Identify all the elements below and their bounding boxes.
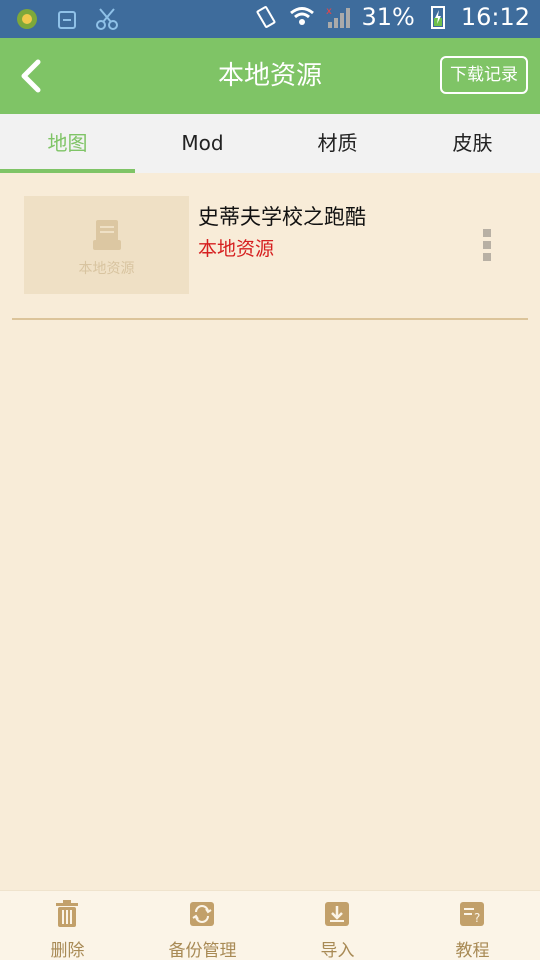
scissors-icon	[96, 8, 118, 30]
import-icon	[325, 902, 349, 926]
vibrate-icon	[257, 6, 276, 28]
delete-button[interactable]: 删除	[0, 891, 135, 960]
app-header: 本地资源 下载记录	[0, 38, 540, 114]
wifi-icon	[290, 7, 315, 25]
tutorial-label: 教程	[455, 941, 490, 960]
back-button[interactable]	[14, 56, 50, 96]
download-history-button[interactable]: 下载记录	[440, 56, 528, 94]
backup-icon	[190, 902, 214, 926]
tutorial-icon: ?	[460, 902, 484, 926]
status-bar: x 31% 16:12	[0, 0, 540, 38]
svg-text:x: x	[326, 6, 332, 17]
game-app-icon	[17, 9, 37, 29]
import-label: 导入	[320, 941, 355, 960]
backup-manage-label: 备份管理	[168, 941, 237, 960]
bottom-toolbar: 删除 备份管理 导入 ? 教程	[0, 890, 540, 960]
tab-mod[interactable]: Mod	[135, 114, 270, 173]
tab-bar: 地图 Mod 材质 皮肤	[0, 114, 540, 173]
delete-label: 删除	[50, 941, 85, 960]
svg-text:?: ?	[474, 911, 480, 925]
list-divider	[12, 318, 528, 320]
thumbnail-label: 本地资源	[78, 261, 135, 277]
item-title: 史蒂夫学校之跑酷	[198, 205, 366, 229]
trash-icon	[56, 900, 78, 927]
tab-textures[interactable]: 材质	[270, 114, 405, 173]
battery-percent: 31%	[361, 3, 415, 31]
item-thumbnail: 本地资源	[24, 196, 189, 294]
archive-icon	[93, 220, 121, 250]
item-source: 本地资源	[198, 238, 275, 260]
import-button[interactable]: 导入	[270, 891, 405, 960]
status-time: 16:12	[460, 3, 530, 31]
tab-skins[interactable]: 皮肤	[405, 114, 540, 173]
backup-manage-button[interactable]: 备份管理	[135, 891, 270, 960]
tutorial-button[interactable]: ? 教程	[405, 891, 540, 960]
status-left-icons	[14, 6, 120, 32]
tab-maps[interactable]: 地图	[0, 114, 135, 173]
list-item[interactable]: 本地资源 史蒂夫学校之跑酷 本地资源	[12, 173, 528, 319]
status-right-area: x 31% 16:12	[253, 3, 530, 31]
signal-icon: x	[326, 6, 351, 28]
battery-charging-icon	[430, 6, 445, 29]
more-options-icon[interactable]	[480, 229, 494, 263]
notification-icon	[58, 11, 76, 29]
